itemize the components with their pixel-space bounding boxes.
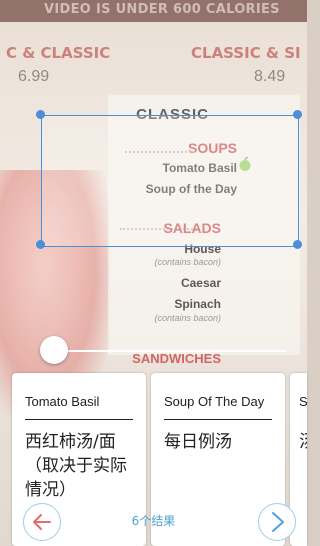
card-source-text: Tomato Basil xyxy=(25,394,100,409)
zoom-slider-track[interactable] xyxy=(52,350,286,352)
selection-handle-bottom-left[interactable] xyxy=(36,240,45,249)
next-button[interactable] xyxy=(258,503,296,541)
selection-handle-top-left[interactable] xyxy=(36,110,45,119)
card-translation-text: 每日例汤 xyxy=(164,432,232,452)
card-translation-text: 西红柿汤/面（取决于实际情况） xyxy=(25,432,127,500)
card-source-text: S xyxy=(299,394,307,409)
selection-box[interactable] xyxy=(41,115,299,247)
card-divider xyxy=(25,419,133,420)
selection-handle-bottom-right[interactable] xyxy=(293,240,302,249)
card-source-text: Soup Of The Day xyxy=(164,394,265,409)
card-divider xyxy=(164,419,272,420)
selection-handle-top-right[interactable] xyxy=(293,110,302,119)
zoom-slider-knob[interactable] xyxy=(40,336,68,364)
